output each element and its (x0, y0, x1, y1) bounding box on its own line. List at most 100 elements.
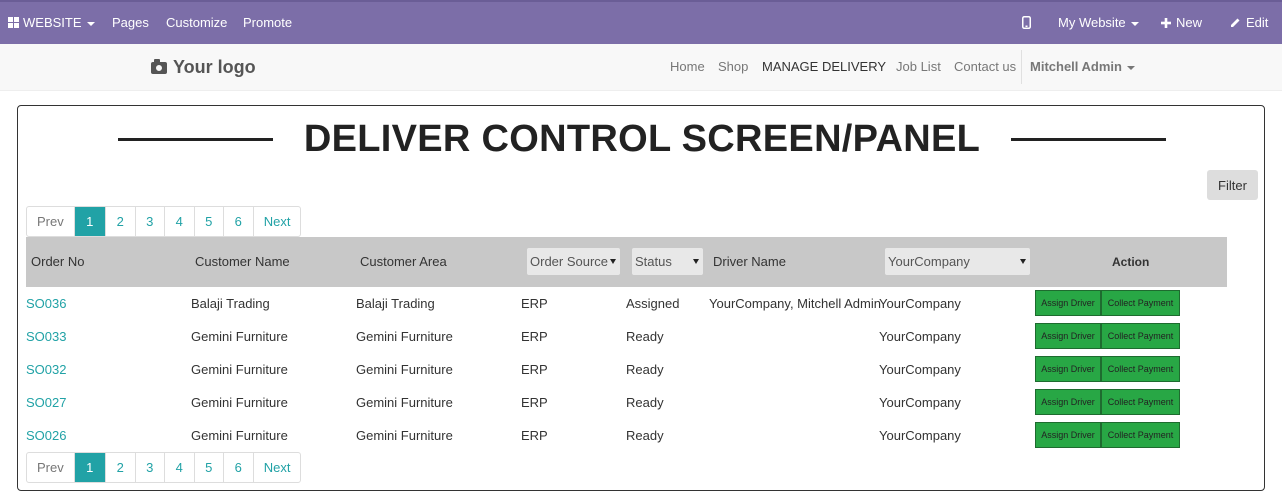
website-menu[interactable]: WEBSITE (8, 2, 95, 44)
order-link[interactable]: SO032 (26, 353, 66, 386)
collect-payment-button[interactable]: Collect Payment (1101, 290, 1180, 316)
table-row: SO033 Gemini Furniture Gemini Furniture … (26, 320, 1227, 353)
order-source: ERP (521, 395, 548, 410)
driver-name: YourCompany, Mitchell Admin (709, 296, 881, 311)
order-source-select[interactable]: Order Source (526, 247, 621, 276)
order-source: ERP (521, 296, 548, 311)
assign-driver-button[interactable]: Assign Driver (1035, 290, 1101, 316)
header-order-no: Order No (31, 254, 85, 269)
pager-page-2[interactable]: 2 (104, 453, 135, 482)
panel-title-row: DELIVER CONTROL SCREEN/PANEL (18, 118, 1266, 160)
my-website-label: My Website (1058, 15, 1126, 30)
nav-manage-delivery[interactable]: MANAGE DELIVERY (762, 44, 886, 91)
customer-area: Gemini Furniture (356, 362, 453, 377)
my-website-menu[interactable]: My Website (1058, 2, 1139, 44)
pager-page-3[interactable]: 3 (134, 453, 164, 482)
pager-page-6[interactable]: 6 (222, 207, 253, 236)
assign-driver-button[interactable]: Assign Driver (1035, 389, 1101, 415)
company-name: YourCompany (879, 362, 961, 377)
table-row: SO032 Gemini Furniture Gemini Furniture … (26, 353, 1227, 386)
company-select[interactable]: YourCompany (884, 247, 1031, 276)
edit-button[interactable]: Edit (1230, 2, 1268, 44)
pager-next[interactable]: Next (252, 453, 301, 482)
nav-job-list[interactable]: Job List (896, 44, 941, 91)
collect-payment-button[interactable]: Collect Payment (1101, 356, 1180, 382)
customer-area: Gemini Furniture (356, 395, 453, 410)
order-status: Ready (626, 362, 664, 377)
collect-payment-button[interactable]: Collect Payment (1101, 323, 1180, 349)
title-rule-right (1011, 138, 1166, 141)
table-row: SO036 Balaji Trading Balaji Trading ERP … (26, 287, 1227, 320)
logo-text: Your logo (173, 57, 256, 77)
company-name: YourCompany (879, 329, 961, 344)
assign-driver-button[interactable]: Assign Driver (1035, 356, 1101, 382)
user-menu[interactable]: Mitchell Admin (1030, 44, 1135, 91)
nav-contact-us[interactable]: Contact us (954, 44, 1016, 91)
camera-icon (151, 59, 167, 74)
new-button[interactable]: New (1161, 2, 1202, 44)
pager-page-6[interactable]: 6 (222, 453, 253, 482)
company-name: YourCompany (879, 428, 961, 443)
company-name: YourCompany (879, 395, 961, 410)
order-link[interactable]: SO027 (26, 386, 66, 419)
order-status: Assigned (626, 296, 680, 311)
chevron-down-icon (86, 21, 95, 26)
website-admin-bar: WEBSITE Pages Customize Promote My Websi… (0, 0, 1282, 44)
filter-button[interactable]: Filter (1207, 170, 1258, 200)
nav-divider (1021, 50, 1022, 84)
pages-menu[interactable]: Pages (112, 2, 149, 44)
caret-down-icon (1020, 259, 1026, 264)
order-link[interactable]: SO036 (26, 287, 66, 320)
order-link[interactable]: SO026 (26, 419, 66, 452)
order-status: Ready (626, 395, 664, 410)
order-link[interactable]: SO033 (26, 320, 66, 353)
user-name: Mitchell Admin (1030, 59, 1122, 74)
pager-page-4[interactable]: 4 (163, 207, 194, 236)
customer-name: Gemini Furniture (191, 428, 288, 443)
pager-page-3[interactable]: 3 (134, 207, 164, 236)
promote-menu[interactable]: Promote (243, 2, 292, 44)
status-select[interactable]: Status (631, 247, 704, 276)
header-customer-area: Customer Area (360, 254, 447, 269)
order-source: ERP (521, 428, 548, 443)
pager-page-5[interactable]: 5 (193, 207, 223, 236)
pager-prev[interactable]: Prev (27, 453, 74, 482)
company-select-label: YourCompany (888, 254, 970, 269)
customer-name: Balaji Trading (191, 296, 270, 311)
assign-driver-button[interactable]: Assign Driver (1035, 323, 1101, 349)
table-row: SO026 Gemini Furniture Gemini Furniture … (26, 419, 1227, 452)
order-status: Ready (626, 428, 664, 443)
customer-area: Gemini Furniture (356, 329, 453, 344)
pager-page-2[interactable]: 2 (104, 207, 135, 236)
new-button-label: New (1176, 15, 1203, 30)
delivery-control-panel: DELIVER CONTROL SCREEN/PANEL Filter Prev… (17, 105, 1265, 491)
edit-button-label: Edit (1246, 15, 1269, 30)
status-select-label: Status (635, 254, 672, 269)
table-header: Order No Customer Name Customer Area Ord… (26, 237, 1227, 287)
nav-shop[interactable]: Shop (718, 44, 748, 91)
order-source: ERP (521, 362, 548, 377)
order-source-select-label: Order Source (530, 254, 609, 269)
pager-page-1[interactable]: 1 (73, 453, 105, 482)
collect-payment-button[interactable]: Collect Payment (1101, 389, 1180, 415)
pager-next[interactable]: Next (252, 207, 301, 236)
customer-name: Gemini Furniture (191, 395, 288, 410)
header-driver-name: Driver Name (713, 254, 786, 269)
mobile-preview-button[interactable] (1022, 2, 1031, 44)
plus-icon (1161, 18, 1171, 28)
header-customer-name: Customer Name (195, 254, 290, 269)
pager-prev[interactable]: Prev (27, 207, 74, 236)
pager-page-1[interactable]: 1 (73, 207, 105, 236)
nav-home[interactable]: Home (670, 44, 705, 91)
pager-page-5[interactable]: 5 (193, 453, 223, 482)
site-header: Your logo Home Shop MANAGE DELIVERY Job … (0, 44, 1282, 91)
site-logo[interactable]: Your logo (151, 44, 256, 91)
customize-menu[interactable]: Customize (166, 2, 227, 44)
caret-down-icon (693, 259, 699, 264)
header-action: Action (1112, 255, 1150, 269)
pager-page-4[interactable]: 4 (163, 453, 194, 482)
order-status: Ready (626, 329, 664, 344)
collect-payment-button[interactable]: Collect Payment (1101, 422, 1180, 448)
chevron-down-icon (1126, 65, 1135, 70)
assign-driver-button[interactable]: Assign Driver (1035, 422, 1101, 448)
